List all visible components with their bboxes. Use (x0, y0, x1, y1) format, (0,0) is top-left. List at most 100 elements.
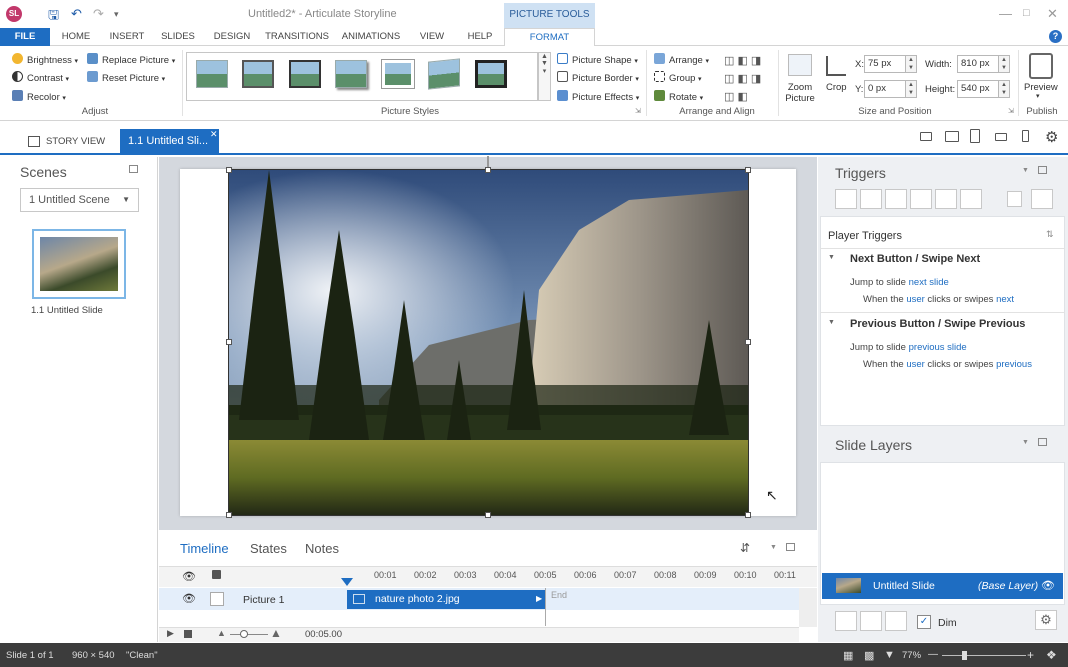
timeline-options-icon[interactable]: ⇵ (740, 541, 750, 555)
new-trigger-button[interactable] (835, 189, 857, 209)
tab-notes[interactable]: Notes (305, 541, 339, 556)
tablet-landscape-icon[interactable] (945, 131, 959, 142)
eye-icon[interactable]: 👁 (182, 570, 196, 583)
resize-handle[interactable] (745, 167, 751, 173)
resize-handle[interactable] (226, 167, 232, 173)
fit-to-window-icon[interactable]: ❖ (1046, 648, 1057, 662)
panel-restore-icon[interactable] (129, 165, 138, 173)
view-icon[interactable]: ▦ (843, 649, 853, 662)
width-spinner[interactable]: ▲ ▼ (998, 55, 1010, 73)
tab-animations[interactable]: ANIMATIONS (337, 28, 405, 46)
chevron-down-icon[interactable]: ▼ (770, 544, 777, 551)
customize-qat-icon[interactable]: ▾ (114, 9, 119, 20)
contrast-button[interactable]: Contrast ▾ (12, 71, 69, 84)
x-spinner[interactable]: ▲ ▼ (905, 55, 917, 73)
eye-icon[interactable]: 👁 (1041, 579, 1055, 592)
lock-icon[interactable] (212, 570, 221, 579)
resize-handle[interactable] (745, 339, 751, 345)
y-spinner[interactable]: ▲ ▼ (905, 80, 917, 98)
style-thumb[interactable] (335, 60, 367, 88)
zoom-slider-thumb[interactable] (240, 630, 248, 638)
panel-restore-icon[interactable] (786, 543, 795, 551)
eye-icon[interactable]: 👁 (182, 592, 196, 605)
style-thumb[interactable] (381, 59, 415, 89)
zoom-slider[interactable] (230, 634, 268, 635)
undo-icon[interactable]: ↶ (71, 6, 82, 22)
playhead[interactable] (341, 578, 353, 586)
panel-restore-icon[interactable] (1038, 438, 1047, 446)
picture-effects-button[interactable]: Picture Effects ▾ (557, 90, 639, 103)
edit-trigger-button[interactable] (860, 189, 882, 209)
preview-dropdown-icon[interactable]: ▾ (1036, 92, 1040, 100)
tab-states[interactable]: States (250, 541, 287, 556)
crop-icon[interactable] (826, 56, 846, 76)
trigger-action[interactable]: Jump to slide previous slide (850, 342, 967, 353)
save-icon[interactable]: 🖫 (48, 6, 59, 28)
paste-trigger-button[interactable] (910, 189, 932, 209)
help-icon[interactable]: ? (1049, 30, 1062, 43)
resize-handle[interactable] (226, 339, 232, 345)
zoom-picture-label[interactable]: Zoom Picture (784, 82, 816, 104)
rotate-handle[interactable] (487, 156, 489, 167)
filter-icon[interactable]: ▼ (884, 649, 895, 661)
lock-checkbox[interactable] (210, 592, 224, 606)
phone-portrait-icon[interactable] (1022, 130, 1029, 142)
recolor-button[interactable]: Recolor ▾ (12, 90, 66, 103)
play-icon[interactable]: ▶ (167, 628, 174, 639)
resize-handle[interactable] (226, 512, 232, 518)
slide-thumbnail[interactable] (32, 229, 126, 299)
style-thumb[interactable] (428, 58, 460, 90)
brightness-button[interactable]: Brightness ▾ (12, 53, 78, 66)
play-arrow-icon[interactable]: ▶ (536, 594, 542, 603)
reset-picture-button[interactable]: Reset Picture ▾ (87, 71, 165, 84)
resize-handle[interactable] (745, 512, 751, 518)
variables-button[interactable] (1031, 189, 1053, 209)
minimize-icon[interactable]: — (999, 6, 1012, 21)
story-view-tab[interactable]: STORY VIEW (24, 132, 108, 152)
rotate-button[interactable]: Rotate ▾ (654, 90, 703, 103)
group-button[interactable]: Group ▾ (654, 71, 702, 84)
zoom-slider-thumb[interactable] (962, 651, 967, 660)
preview-button[interactable]: Preview (1024, 82, 1058, 93)
redo-icon[interactable]: ↷ (93, 6, 104, 22)
tab-insert[interactable]: INSERT (104, 28, 150, 46)
zoom-slider[interactable] (942, 655, 1026, 656)
zoom-in-icon[interactable]: ▲ (270, 626, 282, 640)
trigger-condition[interactable]: When the user clicks or swipes next (863, 294, 1014, 305)
laptop-icon[interactable] (920, 132, 932, 141)
panel-restore-icon[interactable] (1038, 166, 1047, 174)
chevron-down-icon[interactable]: ▼ (828, 319, 835, 326)
close-icon[interactable]: ✕ (1047, 6, 1058, 22)
move-trigger-button[interactable] (960, 189, 982, 209)
tab-view[interactable]: VIEW (411, 28, 453, 46)
zoom-in-icon[interactable]: + (1027, 648, 1034, 662)
zoom-out-icon[interactable]: — (928, 649, 938, 660)
new-layer-button[interactable] (835, 611, 857, 631)
timeline-scrollbar[interactable] (799, 588, 817, 627)
picture-border-button[interactable]: Picture Border ▾ (557, 71, 639, 84)
timeline-bar[interactable]: nature photo 2.jpg (347, 590, 545, 609)
chevron-down-icon[interactable]: ▼ (1022, 167, 1029, 174)
height-spinner[interactable]: ▲ ▼ (998, 80, 1010, 98)
tab-transitions[interactable]: TRANSITIONS (262, 28, 332, 46)
slide-tab[interactable]: 1.1 Untitled Sli... (120, 129, 219, 155)
trigger-action[interactable]: Jump to slide next slide (850, 277, 949, 288)
tab-help[interactable]: HELP (458, 28, 502, 46)
style-thumb[interactable] (242, 60, 274, 88)
tablet-portrait-icon[interactable] (970, 129, 980, 143)
delete-layer-button[interactable] (885, 611, 907, 631)
scene-dropdown[interactable]: 1 Untitled Scene ▼ (20, 188, 139, 212)
crop-label[interactable]: Crop (826, 82, 847, 93)
chevron-down-icon[interactable]: ▼ (828, 254, 835, 261)
trigger-title[interactable]: Next Button / Swipe Next (850, 253, 980, 265)
style-thumb[interactable] (196, 60, 228, 88)
resize-handle[interactable] (485, 512, 491, 518)
preview-icon[interactable] (1029, 53, 1053, 79)
trigger-checkbox[interactable] (1007, 191, 1022, 207)
dialog-launcher-icon[interactable]: ⇲ (635, 107, 641, 115)
stop-icon[interactable] (184, 630, 192, 638)
align-buttons[interactable]: ◫ ◧ ◨ ◫ ◧ ◨ ◫ ◧ (724, 52, 761, 106)
collapse-icon[interactable]: ⇅ (1046, 229, 1054, 240)
end-marker[interactable] (545, 588, 546, 626)
tab-timeline[interactable]: Timeline (180, 541, 229, 556)
